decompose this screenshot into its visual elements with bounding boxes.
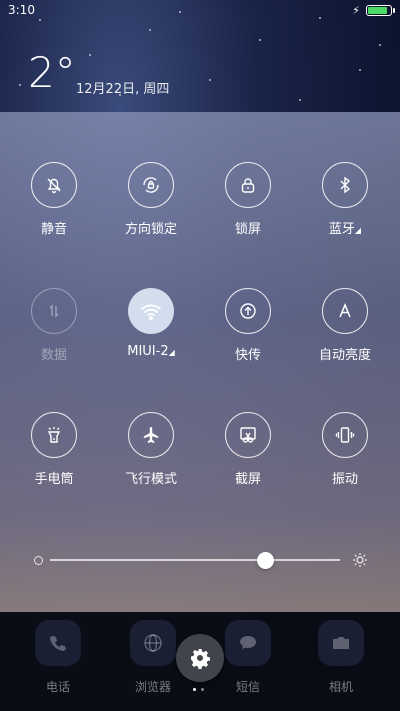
dock-label: 相机 (328, 680, 353, 694)
dock-app-phone[interactable]: 电话 (18, 620, 98, 695)
tile-label: 自动亮度 (318, 348, 371, 363)
expand-indicator-icon: ◢ (168, 348, 175, 357)
tile-bluetooth[interactable]: 蓝牙◢ (297, 162, 393, 237)
tile-wifi[interactable]: MIUI-2◢ (103, 288, 199, 359)
brightness-track[interactable] (50, 559, 340, 561)
bell-off-icon (31, 162, 77, 208)
status-bar: 3:10 ⚡ (0, 0, 400, 22)
dock-label: 电话 (45, 680, 70, 694)
expand-indicator-icon: ◢ (354, 226, 362, 235)
dock-label: 短信 (235, 680, 260, 694)
flashlight-icon (31, 412, 77, 458)
battery-icon (366, 5, 395, 16)
messages-icon (225, 620, 271, 666)
tile-lock-screen[interactable]: 锁屏 (200, 162, 296, 237)
mobile-data-icon (31, 288, 77, 334)
screenshot-icon (225, 412, 271, 458)
vibrate-icon (322, 412, 368, 458)
page-dot-active (193, 688, 196, 691)
tile-label: 方向锁定 (124, 222, 177, 237)
tile-vibrate[interactable]: 振动 (297, 412, 393, 487)
tile-label-text: MIUI-2 (127, 344, 169, 359)
brightness-slider[interactable] (34, 552, 368, 569)
phone-icon (35, 620, 81, 666)
tile-label: 静音 (40, 222, 67, 237)
tile-label: 锁屏 (234, 222, 261, 237)
tile-screenshot[interactable]: 截屏 (200, 412, 296, 487)
weather-temperature[interactable]: 2° (28, 52, 76, 94)
bluetooth-icon (322, 162, 368, 208)
status-right: ⚡ (352, 4, 395, 17)
tile-mobile-data[interactable]: 数据 (6, 288, 102, 363)
brightness-knob[interactable] (256, 552, 274, 569)
airplane-icon (128, 412, 174, 458)
tile-airplane-mode[interactable]: 飞行模式 (103, 412, 199, 487)
dock-label: 浏览器 (134, 680, 171, 694)
weather-date[interactable]: 12月22日, 周四 (76, 78, 169, 97)
tile-flashlight[interactable]: 手电筒 (6, 412, 102, 487)
lock-icon (225, 162, 271, 208)
charging-icon: ⚡ (352, 4, 360, 17)
camera-icon (318, 620, 364, 666)
wifi-icon (128, 288, 174, 334)
tile-label: 手电筒 (34, 472, 74, 487)
brightness-low-icon (34, 556, 43, 565)
page-indicator (193, 688, 204, 691)
status-time: 3:10 (8, 3, 35, 17)
quick-transfer-icon (225, 288, 271, 334)
battery-fill (368, 7, 387, 14)
page-dot (201, 688, 204, 691)
tile-label-text: 蓝牙 (328, 222, 355, 237)
settings-button[interactable] (176, 634, 224, 682)
tile-label: 截屏 (234, 472, 261, 487)
brightness-high-icon (353, 553, 367, 567)
rotation-lock-icon (128, 162, 174, 208)
browser-icon (130, 620, 176, 666)
tile-label: MIUI-2◢ (103, 344, 199, 359)
tile-label: 数据 (40, 348, 67, 363)
tile-label: 振动 (331, 472, 358, 487)
auto-brightness-icon (322, 288, 368, 334)
gear-icon (191, 649, 210, 669)
tile-label: 快传 (234, 348, 261, 363)
tile-quick-transfer[interactable]: 快传 (200, 288, 296, 363)
tile-label: 飞行模式 (124, 472, 177, 487)
tile-label: 蓝牙◢ (297, 218, 393, 237)
tile-silent[interactable]: 静音 (6, 162, 102, 237)
tile-auto-brightness[interactable]: 自动亮度 (297, 288, 393, 363)
tile-rotation-lock[interactable]: 方向锁定 (103, 162, 199, 237)
dock-app-camera[interactable]: 相机 (301, 620, 381, 695)
